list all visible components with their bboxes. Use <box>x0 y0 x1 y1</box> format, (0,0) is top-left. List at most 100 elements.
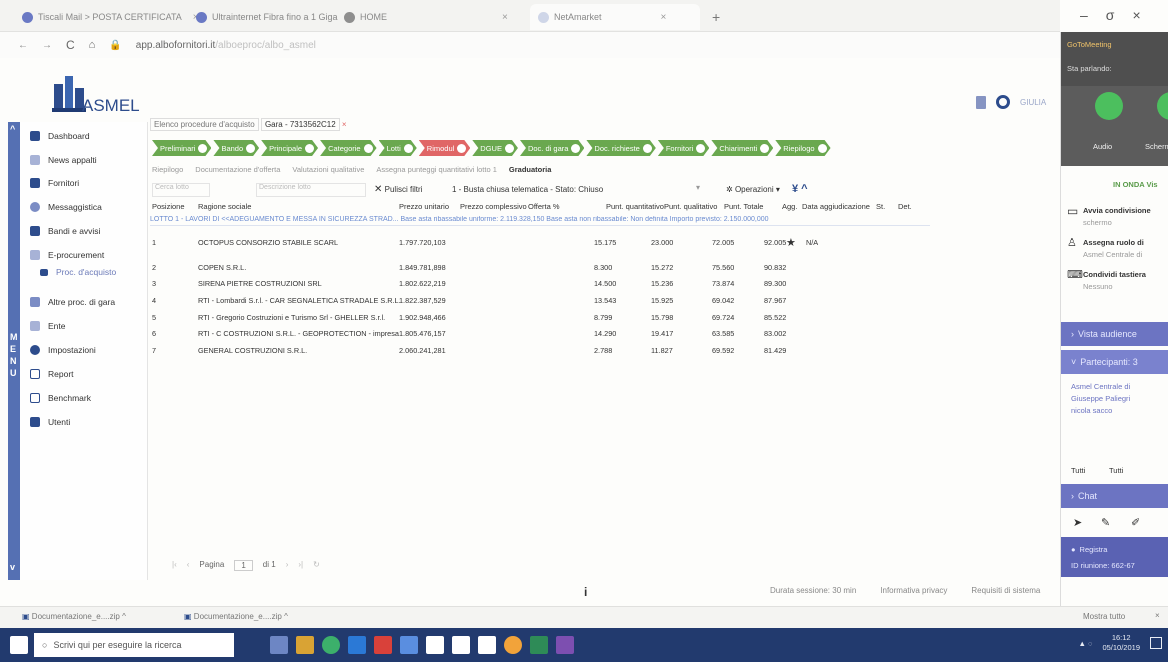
notepad-icon[interactable] <box>426 636 444 654</box>
table-row[interactable]: 3 SIRENA PIETRE COSTRUZIONI SRL 1.802.62… <box>152 279 992 291</box>
back-icon[interactable]: ← <box>18 40 28 51</box>
taskbar-search[interactable]: ○ Scrivi qui per eseguire la ricerca <box>34 633 234 657</box>
sidebar-item-bandi[interactable]: Bandi e avvisi <box>30 223 100 239</box>
lot-search-input[interactable]: Cerca lotto <box>152 183 210 197</box>
step-3[interactable]: Principale <box>261 140 318 156</box>
table-row[interactable]: 7 GENERAL COSTRUZIONI S.R.L. 2.060.241,2… <box>152 346 992 358</box>
breadcrumb-back[interactable]: Elenco procedure d'acquisto <box>150 118 259 131</box>
pen-icon[interactable]: ✎ <box>1101 516 1110 529</box>
step-12[interactable]: Riepilogo <box>775 140 830 156</box>
refresh-icon[interactable]: ↻ <box>313 560 320 571</box>
close-downloads-button[interactable]: × <box>1155 611 1160 620</box>
restore-button[interactable]: σ <box>1106 7 1115 23</box>
step-6[interactable]: Rimodul <box>419 140 471 156</box>
download-item[interactable]: ▣ Documentazione_e....zip ^ <box>22 612 126 621</box>
col-punt-totale[interactable]: Punt. Totale <box>724 202 763 211</box>
step-11[interactable]: Chiarimenti <box>711 140 773 156</box>
table-row[interactable]: 1 OCTOPUS CONSORZIO STABILE SCARL 1.797.… <box>152 236 992 250</box>
subtab-punteggi[interactable]: Assegna punteggi quantitativi lotto 1 <box>376 165 497 174</box>
browser-tab-active[interactable]: NetAmarket × <box>530 4 700 30</box>
lot-description-input[interactable]: Descrizione lotto <box>256 183 366 197</box>
user-name[interactable]: GIULIA <box>1020 98 1046 107</box>
show-all-button[interactable]: Mostra tutto <box>1083 612 1125 621</box>
sidebar-item-news[interactable]: News appalti <box>30 152 97 168</box>
step-5[interactable]: Lotti <box>379 140 417 156</box>
app-icon[interactable] <box>374 636 392 654</box>
clock[interactable]: 16:12 05/10/2019 <box>1102 633 1140 653</box>
subtab-documentazione[interactable]: Documentazione d'offerta <box>195 165 280 174</box>
participant[interactable]: Giuseppe Paliegri <box>1071 394 1130 403</box>
step-10[interactable]: Fornitori <box>658 140 710 156</box>
meeting-title[interactable]: GoToMeeting <box>1067 40 1112 49</box>
sort-icons[interactable]: ¥ ^ <box>792 183 808 195</box>
col-posizione[interactable]: Posizione <box>152 202 185 211</box>
minimize-button[interactable]: – <box>1080 7 1088 23</box>
outlook-icon[interactable] <box>348 636 366 654</box>
explorer-icon[interactable] <box>296 636 314 654</box>
download-item[interactable]: ▣ Documentazione_e....zip ^ <box>184 612 288 621</box>
chat-section[interactable]: › Chat <box>1061 484 1168 508</box>
taskview-icon[interactable] <box>270 636 288 654</box>
audience-view-section[interactable]: › Vista audience <box>1061 322 1168 346</box>
reload-icon[interactable]: C <box>66 38 75 52</box>
breadcrumb-current[interactable]: Gara - 7313562C12 <box>260 118 340 131</box>
step-8[interactable]: Doc. di gara <box>520 140 584 156</box>
col-agg[interactable]: Agg. <box>782 202 797 211</box>
close-icon[interactable]: × <box>502 12 508 23</box>
subtab-graduatoria[interactable]: Graduatoria <box>509 165 552 174</box>
network-icon[interactable]: ▲ ◌ <box>1078 639 1092 648</box>
user-icon[interactable] <box>996 95 1010 109</box>
app-icon[interactable] <box>556 636 574 654</box>
subtab-valutazioni[interactable]: Valutazioni qualitative <box>292 165 364 174</box>
highlighter-icon[interactable]: ✐ <box>1131 516 1140 529</box>
url-field[interactable]: app.albofornitori.it/alboeproc/albo_asme… <box>136 40 316 51</box>
col-prezzo-complessivo[interactable]: Prezzo complessivo <box>460 202 527 211</box>
sidebar-item-dashboard[interactable]: Dashboard <box>30 128 90 144</box>
dictionary-icon[interactable] <box>452 636 470 654</box>
sidebar-item-benchmark[interactable]: Benchmark <box>30 390 91 406</box>
chrome-icon[interactable] <box>322 636 340 654</box>
new-tab-button[interactable]: + <box>704 4 728 30</box>
col-det[interactable]: Det. <box>898 202 912 211</box>
table-row[interactable]: 5 RTI - Gregorio Costruzioni e Turismo S… <box>152 313 992 325</box>
close-tab-icon[interactable]: × <box>342 120 347 129</box>
close-button[interactable]: × <box>1132 7 1140 23</box>
info-icon[interactable]: i <box>584 585 587 599</box>
lot-summary[interactable]: LOTTO 1 - LAVORI DI <<ADEGUAMENTO E MESS… <box>150 216 930 226</box>
participant[interactable]: Asmel Centrale di <box>1071 382 1130 391</box>
col-st[interactable]: St. <box>876 202 885 211</box>
table-row[interactable]: 6 RTI - C COSTRUZIONI S.R.L. - GEOPROTEC… <box>152 329 992 341</box>
star-icon[interactable]: ★ <box>786 236 796 249</box>
col-punt-qualitativo[interactable]: Punt. qualitativo <box>664 202 717 211</box>
table-row[interactable]: 4 RTI - Lombardi S.r.l. - CAR SEGNALETIC… <box>152 296 992 308</box>
document-icon[interactable] <box>976 95 986 109</box>
sidebar-item-impostazioni[interactable]: Impostazioni <box>30 342 96 358</box>
step-1[interactable]: Preliminari <box>152 140 211 156</box>
word-icon[interactable] <box>478 636 496 654</box>
sidebar-item-report[interactable]: Report <box>30 366 74 382</box>
busta-dropdown-icon[interactable]: ▾ <box>696 183 700 192</box>
col-prezzo-unitario[interactable]: Prezzo unitario <box>399 202 449 211</box>
last-page-icon[interactable]: ›| <box>298 560 303 571</box>
camera-button[interactable] <box>1157 92 1168 120</box>
participant[interactable]: nicola sacco <box>1071 406 1112 415</box>
prev-page-icon[interactable]: ‹ <box>187 560 190 571</box>
home-icon[interactable]: ⌂ <box>89 39 96 51</box>
mute-all-button[interactable]: Tutti <box>1071 466 1085 475</box>
sidebar-item-fornitori[interactable]: Fornitori <box>30 175 79 191</box>
requirements-link[interactable]: Requisiti di sistema <box>971 586 1040 595</box>
record-button[interactable]: ● Registra <box>1071 541 1168 557</box>
microphone-button[interactable] <box>1095 92 1123 120</box>
participants-section[interactable]: ˅ Partecipanti: 3 <box>1061 350 1168 374</box>
col-data-aggiudicazione[interactable]: Data aggiudicazione <box>802 202 870 211</box>
sidebar-item-messaggistica[interactable]: Messaggistica <box>30 199 102 215</box>
sidebar-item-eprocurement[interactable]: E-procurement <box>30 247 104 263</box>
collapse-down-icon[interactable]: v <box>10 562 15 572</box>
clear-filters-button[interactable]: ✕ Pulisci filtri <box>374 184 422 195</box>
forward-icon[interactable]: → <box>42 40 52 51</box>
col-offerta[interactable]: Offerta % <box>528 202 560 211</box>
step-2[interactable]: Bando <box>213 140 259 156</box>
next-page-icon[interactable]: › <box>286 560 289 571</box>
collapse-up-icon[interactable]: ^ <box>10 124 15 134</box>
col-ragione-sociale[interactable]: Ragione sociale <box>198 202 251 211</box>
